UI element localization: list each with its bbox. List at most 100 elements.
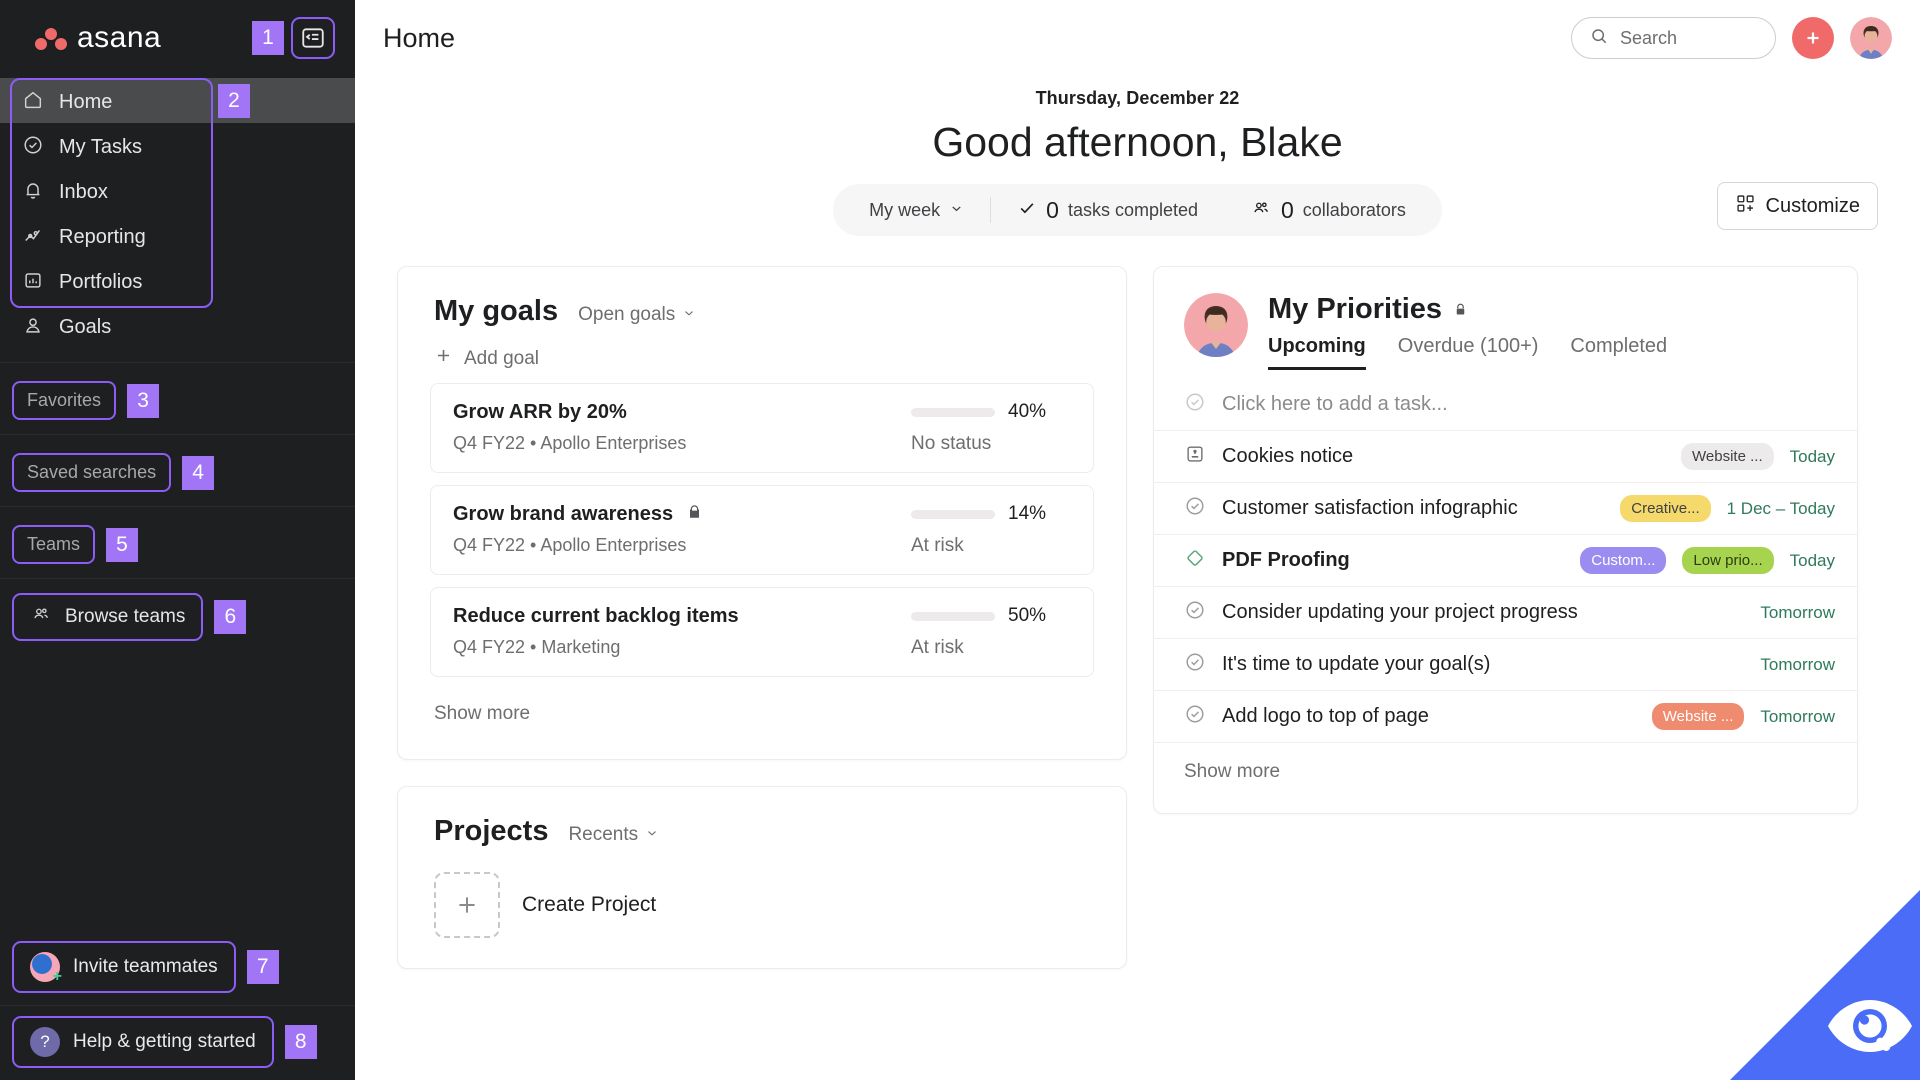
goal-info: Reduce current backlog items Q4 FY22 • M… xyxy=(453,605,739,658)
goal-row[interactable]: Grow brand awareness Q4 FY22 • Apollo En… xyxy=(430,485,1094,575)
check-circle-icon[interactable] xyxy=(1184,703,1206,730)
task-name: Consider updating your project progress xyxy=(1222,601,1578,623)
task-name: PDF Proofing xyxy=(1222,549,1350,571)
avatar[interactable] xyxy=(1850,17,1892,59)
sidebar-item-goals[interactable]: Goals xyxy=(0,305,355,350)
goal-progress-value: 14% xyxy=(1008,503,1047,524)
task-due-date: Today xyxy=(1789,446,1835,466)
home-icon xyxy=(22,89,44,117)
avatar[interactable] xyxy=(1184,293,1248,357)
week-range-label: My week xyxy=(869,199,941,220)
task-tag[interactable]: Low prio... xyxy=(1682,547,1774,574)
task-list: Click here to add a task... Cookies noti… xyxy=(1154,378,1857,742)
annotation-badge-2: 2 xyxy=(218,84,250,118)
sidebar-item-home[interactable]: Home xyxy=(0,80,355,125)
task-name: Cookies notice xyxy=(1222,445,1354,467)
goal-progress-value: 40% xyxy=(1008,401,1047,422)
add-task-row[interactable]: Click here to add a task... xyxy=(1154,378,1857,430)
my-priorities-title-block: My Priorities Upcoming Overdue (100+) Co… xyxy=(1268,293,1667,370)
sidebar-collapse-icon[interactable] xyxy=(291,17,335,59)
check-circle-icon xyxy=(22,134,44,162)
priorities-show-more[interactable]: Show more xyxy=(1154,742,1857,813)
chevron-down-icon xyxy=(949,200,964,221)
create-button[interactable] xyxy=(1792,17,1834,59)
tab-overdue[interactable]: Overdue (100+) xyxy=(1398,335,1539,370)
goal-status: At risk xyxy=(911,637,964,658)
goal-progress-block: 50% At risk xyxy=(911,605,1071,659)
sidebar-item-portfolios[interactable]: Portfolios xyxy=(0,260,355,305)
sidebar-section-label[interactable]: Saved searches xyxy=(12,453,172,492)
sidebar-primary-nav: Home My Tasks Inbox Reporting Portfolios… xyxy=(0,76,355,363)
asana-logo[interactable]: asana xyxy=(34,21,161,55)
collaborators-icon xyxy=(1250,198,1272,223)
favorites-row[interactable]: Favorites 3 xyxy=(0,367,355,422)
sidebar-section-favorites: Favorites 3 xyxy=(0,363,355,435)
task-row[interactable]: Add logo to top of page Website ... Tomo… xyxy=(1154,690,1857,742)
task-row[interactable]: PDF Proofing Custom... Low prio... Today xyxy=(1154,534,1857,586)
task-tag[interactable]: Website ... xyxy=(1651,703,1745,730)
teams-row[interactable]: Teams 5 xyxy=(0,511,355,566)
goals-filter-dropdown[interactable]: Open goals xyxy=(578,304,696,326)
check-circle-icon[interactable] xyxy=(1184,651,1206,678)
task-tag[interactable]: Website ... xyxy=(1681,443,1774,470)
goal-status: No status xyxy=(911,433,992,454)
my-priorities-card: My Priorities Upcoming Overdue (100+) Co… xyxy=(1153,266,1858,814)
search-input[interactable]: Search xyxy=(1571,17,1776,59)
sidebar-section-label[interactable]: Teams xyxy=(12,525,96,564)
task-row[interactable]: Customer satisfaction infographic Creati… xyxy=(1154,482,1857,534)
add-task-placeholder: Click here to add a task... xyxy=(1222,392,1448,415)
greeting-title: Good afternoon, Blake xyxy=(932,119,1343,165)
annotation-badge-7: 7 xyxy=(246,950,279,984)
collaborators-label: collaborators xyxy=(1302,199,1406,220)
invite-teammates-button[interactable]: Invite teammates xyxy=(12,941,236,993)
sidebar-item-inbox[interactable]: Inbox xyxy=(0,170,355,215)
goal-progress-block: 40% No status xyxy=(911,401,1071,455)
goal-row[interactable]: Reduce current backlog items Q4 FY22 • M… xyxy=(430,587,1094,677)
tab-completed[interactable]: Completed xyxy=(1570,335,1667,370)
goal-row[interactable]: Grow ARR by 20% Q4 FY22 • Apollo Enterpr… xyxy=(430,383,1094,473)
main-content: Home Search Thursday, December 22 Good a… xyxy=(355,0,1920,1080)
tab-upcoming[interactable]: Upcoming xyxy=(1268,335,1366,370)
stats-bar-wrap: My week 0 tasks completed 0 collaborator… xyxy=(355,182,1920,236)
search-icon xyxy=(1589,26,1609,51)
task-row[interactable]: It's time to update your goal(s) Tomorro… xyxy=(1154,638,1857,690)
check-circle-icon[interactable] xyxy=(1184,495,1206,522)
task-tag[interactable]: Creative... xyxy=(1620,495,1711,522)
browse-teams-label: Browse teams xyxy=(65,606,186,627)
goal-meta: Q4 FY22 • Apollo Enterprises xyxy=(453,535,687,555)
sidebar-section-teams: Teams 5 xyxy=(0,507,355,579)
projects-filter-dropdown[interactable]: Recents xyxy=(568,824,659,846)
task-row[interactable]: Cookies notice Website ... Today xyxy=(1154,430,1857,482)
goals-show-more[interactable]: Show more xyxy=(398,689,1126,759)
task-row[interactable]: Consider updating your project progress … xyxy=(1154,586,1857,638)
add-goal-button[interactable]: Add goal xyxy=(398,328,1126,377)
task-tag[interactable]: Custom... xyxy=(1580,547,1667,574)
goal-meta: Q4 FY22 • Marketing xyxy=(453,637,621,657)
create-project-button[interactable]: Create Project xyxy=(398,848,1126,968)
invite-teammates-row: Invite teammates 7 xyxy=(0,931,355,1005)
goal-status: At risk xyxy=(911,535,964,556)
greeting-date: Thursday, December 22 xyxy=(1035,88,1240,108)
progress-bar xyxy=(911,509,995,519)
browse-teams-button[interactable]: Browse teams xyxy=(12,593,204,641)
check-circle-icon[interactable] xyxy=(1184,599,1206,626)
customize-button[interactable]: Customize xyxy=(1716,182,1878,230)
diamond-milestone-icon[interactable] xyxy=(1184,547,1206,574)
help-getting-started-button[interactable]: ? Help & getting started xyxy=(12,1016,274,1068)
chevron-down-icon xyxy=(645,824,659,846)
goal-progress-row: 50% xyxy=(911,605,1071,627)
asana-dots-icon xyxy=(34,23,68,53)
sidebar-item-my-tasks[interactable]: My Tasks xyxy=(0,125,355,170)
sidebar-section-label[interactable]: Favorites xyxy=(12,381,117,420)
goal-name: Reduce current backlog items xyxy=(453,605,739,628)
help-label: Help & getting started xyxy=(73,1031,256,1052)
sidebar-item-reporting[interactable]: Reporting xyxy=(0,215,355,260)
week-range-dropdown[interactable]: My week xyxy=(843,200,990,221)
top-bar-actions: Search xyxy=(1571,17,1892,59)
annotation-badge-4: 4 xyxy=(182,455,215,490)
task-due-date: Tomorrow xyxy=(1760,706,1835,726)
my-priorities-header: My Priorities Upcoming Overdue (100+) Co… xyxy=(1154,267,1857,370)
check-circle-icon xyxy=(1184,391,1206,418)
saved-searches-row[interactable]: Saved searches 4 xyxy=(0,439,355,494)
